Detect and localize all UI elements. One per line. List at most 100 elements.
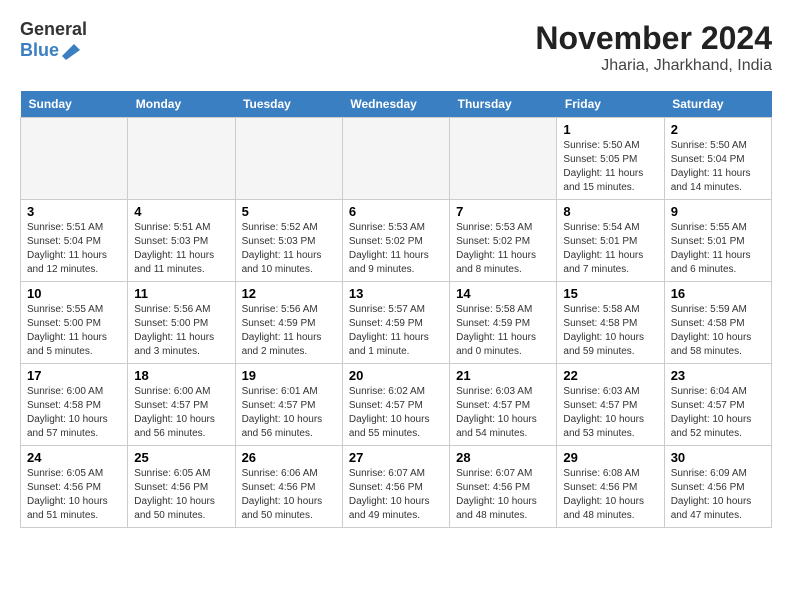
calendar-cell: 12 Sunrise: 5:56 AM Sunset: 4:59 PM Dayli… (235, 282, 342, 364)
calendar-cell: 8 Sunrise: 5:54 AM Sunset: 5:01 PM Daylig… (557, 200, 664, 282)
day-info: Sunrise: 6:04 AM Sunset: 4:57 PM Dayligh… (671, 385, 765, 441)
day-number: 27 (349, 450, 443, 465)
day-number: 5 (242, 204, 336, 219)
day-info: Sunrise: 5:56 AM Sunset: 5:00 PM Dayligh… (134, 303, 228, 359)
day-info: Sunrise: 5:52 AM Sunset: 5:03 PM Dayligh… (242, 221, 336, 277)
col-friday: Friday (557, 91, 664, 118)
day-number: 28 (456, 450, 550, 465)
calendar-cell: 30 Sunrise: 6:09 AM Sunset: 4:56 PM Dayli… (664, 446, 771, 528)
day-info: Sunrise: 6:02 AM Sunset: 4:57 PM Dayligh… (349, 385, 443, 441)
week-row-0: 1Sunrise: 5:50 AM Sunset: 5:05 PM Daylig… (21, 118, 772, 200)
col-thursday: Thursday (450, 91, 557, 118)
calendar-cell: 15Sunrise: 5:58 AM Sunset: 4:58 PM Dayli… (557, 282, 664, 364)
calendar-cell: 9 Sunrise: 5:55 AM Sunset: 5:01 PM Daylig… (664, 200, 771, 282)
day-info: Sunrise: 5:51 AM Sunset: 5:03 PM Dayligh… (134, 221, 228, 277)
logo-general: General (20, 20, 87, 40)
day-info: Sunrise: 5:54 AM Sunset: 5:01 PM Dayligh… (563, 221, 657, 277)
day-number: 7 (456, 204, 550, 219)
day-info: Sunrise: 6:06 AM Sunset: 4:56 PM Dayligh… (242, 467, 336, 523)
day-info: Sunrise: 5:58 AM Sunset: 4:58 PM Dayligh… (563, 303, 657, 359)
day-number: 17 (27, 368, 121, 383)
day-info: Sunrise: 5:50 AM Sunset: 5:04 PM Dayligh… (671, 139, 765, 195)
day-info: Sunrise: 6:01 AM Sunset: 4:57 PM Dayligh… (242, 385, 336, 441)
col-sunday: Sunday (21, 91, 128, 118)
day-number: 8 (563, 204, 657, 219)
calendar-cell: 6 Sunrise: 5:53 AM Sunset: 5:02 PM Daylig… (342, 200, 449, 282)
calendar-cell: 20 Sunrise: 6:02 AM Sunset: 4:57 PM Dayli… (342, 364, 449, 446)
week-row-2: 10Sunrise: 5:55 AM Sunset: 5:00 PM Dayli… (21, 282, 772, 364)
calendar-cell: 26Sunrise: 6:06 AM Sunset: 4:56 PM Dayli… (235, 446, 342, 528)
logo-text: General Blue (20, 20, 87, 62)
calendar-cell: 18 Sunrise: 6:00 AM Sunset: 4:57 PM Dayli… (128, 364, 235, 446)
week-row-1: 3Sunrise: 5:51 AM Sunset: 5:04 PM Daylig… (21, 200, 772, 282)
calendar-cell: 29 Sunrise: 6:08 AM Sunset: 4:56 PM Dayli… (557, 446, 664, 528)
col-tuesday: Tuesday (235, 91, 342, 118)
day-number: 6 (349, 204, 443, 219)
day-number: 9 (671, 204, 765, 219)
week-row-3: 17 Sunrise: 6:00 AM Sunset: 4:58 PM Dayli… (21, 364, 772, 446)
day-info: Sunrise: 6:09 AM Sunset: 4:56 PM Dayligh… (671, 467, 765, 523)
day-number: 14 (456, 286, 550, 301)
calendar-cell: 7 Sunrise: 5:53 AM Sunset: 5:02 PM Daylig… (450, 200, 557, 282)
day-info: Sunrise: 6:00 AM Sunset: 4:57 PM Dayligh… (134, 385, 228, 441)
week-row-4: 24 Sunrise: 6:05 AM Sunset: 4:56 PM Dayli… (21, 446, 772, 528)
day-number: 20 (349, 368, 443, 383)
calendar-cell: 10Sunrise: 5:55 AM Sunset: 5:00 PM Dayli… (21, 282, 128, 364)
day-info: Sunrise: 6:05 AM Sunset: 4:56 PM Dayligh… (134, 467, 228, 523)
calendar-cell: 2 Sunrise: 5:50 AM Sunset: 5:04 PM Daylig… (664, 118, 771, 200)
calendar-cell: 28 Sunrise: 6:07 AM Sunset: 4:56 PM Dayli… (450, 446, 557, 528)
day-number: 29 (563, 450, 657, 465)
calendar-cell: 16Sunrise: 5:59 AM Sunset: 4:58 PM Dayli… (664, 282, 771, 364)
day-number: 22 (563, 368, 657, 383)
day-number: 2 (671, 122, 765, 137)
calendar-cell: 22 Sunrise: 6:03 AM Sunset: 4:57 PM Dayli… (557, 364, 664, 446)
day-info: Sunrise: 6:03 AM Sunset: 4:57 PM Dayligh… (563, 385, 657, 441)
logo: General Blue (20, 20, 87, 62)
day-info: Sunrise: 5:53 AM Sunset: 5:02 PM Dayligh… (456, 221, 550, 277)
day-number: 18 (134, 368, 228, 383)
col-saturday: Saturday (664, 91, 771, 118)
month-title: November 2024 (535, 20, 772, 57)
calendar-cell: 13 Sunrise: 5:57 AM Sunset: 4:59 PM Dayli… (342, 282, 449, 364)
day-info: Sunrise: 5:50 AM Sunset: 5:05 PM Dayligh… (563, 139, 657, 195)
day-number: 24 (27, 450, 121, 465)
day-info: Sunrise: 5:59 AM Sunset: 4:58 PM Dayligh… (671, 303, 765, 359)
logo-blue: Blue (20, 41, 59, 61)
day-number: 23 (671, 368, 765, 383)
logo-blue-row: Blue (20, 40, 87, 62)
calendar-cell: 23 Sunrise: 6:04 AM Sunset: 4:57 PM Dayli… (664, 364, 771, 446)
calendar-cell: 25 Sunrise: 6:05 AM Sunset: 4:56 PM Dayli… (128, 446, 235, 528)
day-number: 21 (456, 368, 550, 383)
day-info: Sunrise: 6:00 AM Sunset: 4:58 PM Dayligh… (27, 385, 121, 441)
calendar-cell: 14Sunrise: 5:58 AM Sunset: 4:59 PM Dayli… (450, 282, 557, 364)
day-info: Sunrise: 6:07 AM Sunset: 4:56 PM Dayligh… (456, 467, 550, 523)
day-number: 11 (134, 286, 228, 301)
day-number: 4 (134, 204, 228, 219)
day-number: 25 (134, 450, 228, 465)
calendar-cell: 17 Sunrise: 6:00 AM Sunset: 4:58 PM Dayli… (21, 364, 128, 446)
calendar-cell (342, 118, 449, 200)
day-info: Sunrise: 5:51 AM Sunset: 5:04 PM Dayligh… (27, 221, 121, 277)
title-block: November 2024 Jharia, Jharkhand, India (535, 20, 772, 75)
calendar-cell (235, 118, 342, 200)
day-number: 30 (671, 450, 765, 465)
day-info: Sunrise: 5:56 AM Sunset: 4:59 PM Dayligh… (242, 303, 336, 359)
day-info: Sunrise: 5:57 AM Sunset: 4:59 PM Dayligh… (349, 303, 443, 359)
day-info: Sunrise: 5:55 AM Sunset: 5:00 PM Dayligh… (27, 303, 121, 359)
day-info: Sunrise: 6:03 AM Sunset: 4:57 PM Dayligh… (456, 385, 550, 441)
page-header: General Blue November 2024 Jharia, Jhark… (20, 20, 772, 75)
calendar-cell: 27Sunrise: 6:07 AM Sunset: 4:56 PM Dayli… (342, 446, 449, 528)
day-number: 12 (242, 286, 336, 301)
day-info: Sunrise: 5:55 AM Sunset: 5:01 PM Dayligh… (671, 221, 765, 277)
day-info: Sunrise: 6:08 AM Sunset: 4:56 PM Dayligh… (563, 467, 657, 523)
day-number: 19 (242, 368, 336, 383)
day-info: Sunrise: 5:53 AM Sunset: 5:02 PM Dayligh… (349, 221, 443, 277)
calendar-cell: 1Sunrise: 5:50 AM Sunset: 5:05 PM Daylig… (557, 118, 664, 200)
calendar-cell (128, 118, 235, 200)
calendar-cell (450, 118, 557, 200)
day-number: 13 (349, 286, 443, 301)
location-subtitle: Jharia, Jharkhand, India (535, 57, 772, 75)
calendar-body: 1Sunrise: 5:50 AM Sunset: 5:05 PM Daylig… (21, 118, 772, 528)
calendar-header: Sunday Monday Tuesday Wednesday Thursday… (21, 91, 772, 118)
calendar-cell: 11 Sunrise: 5:56 AM Sunset: 5:00 PM Dayli… (128, 282, 235, 364)
